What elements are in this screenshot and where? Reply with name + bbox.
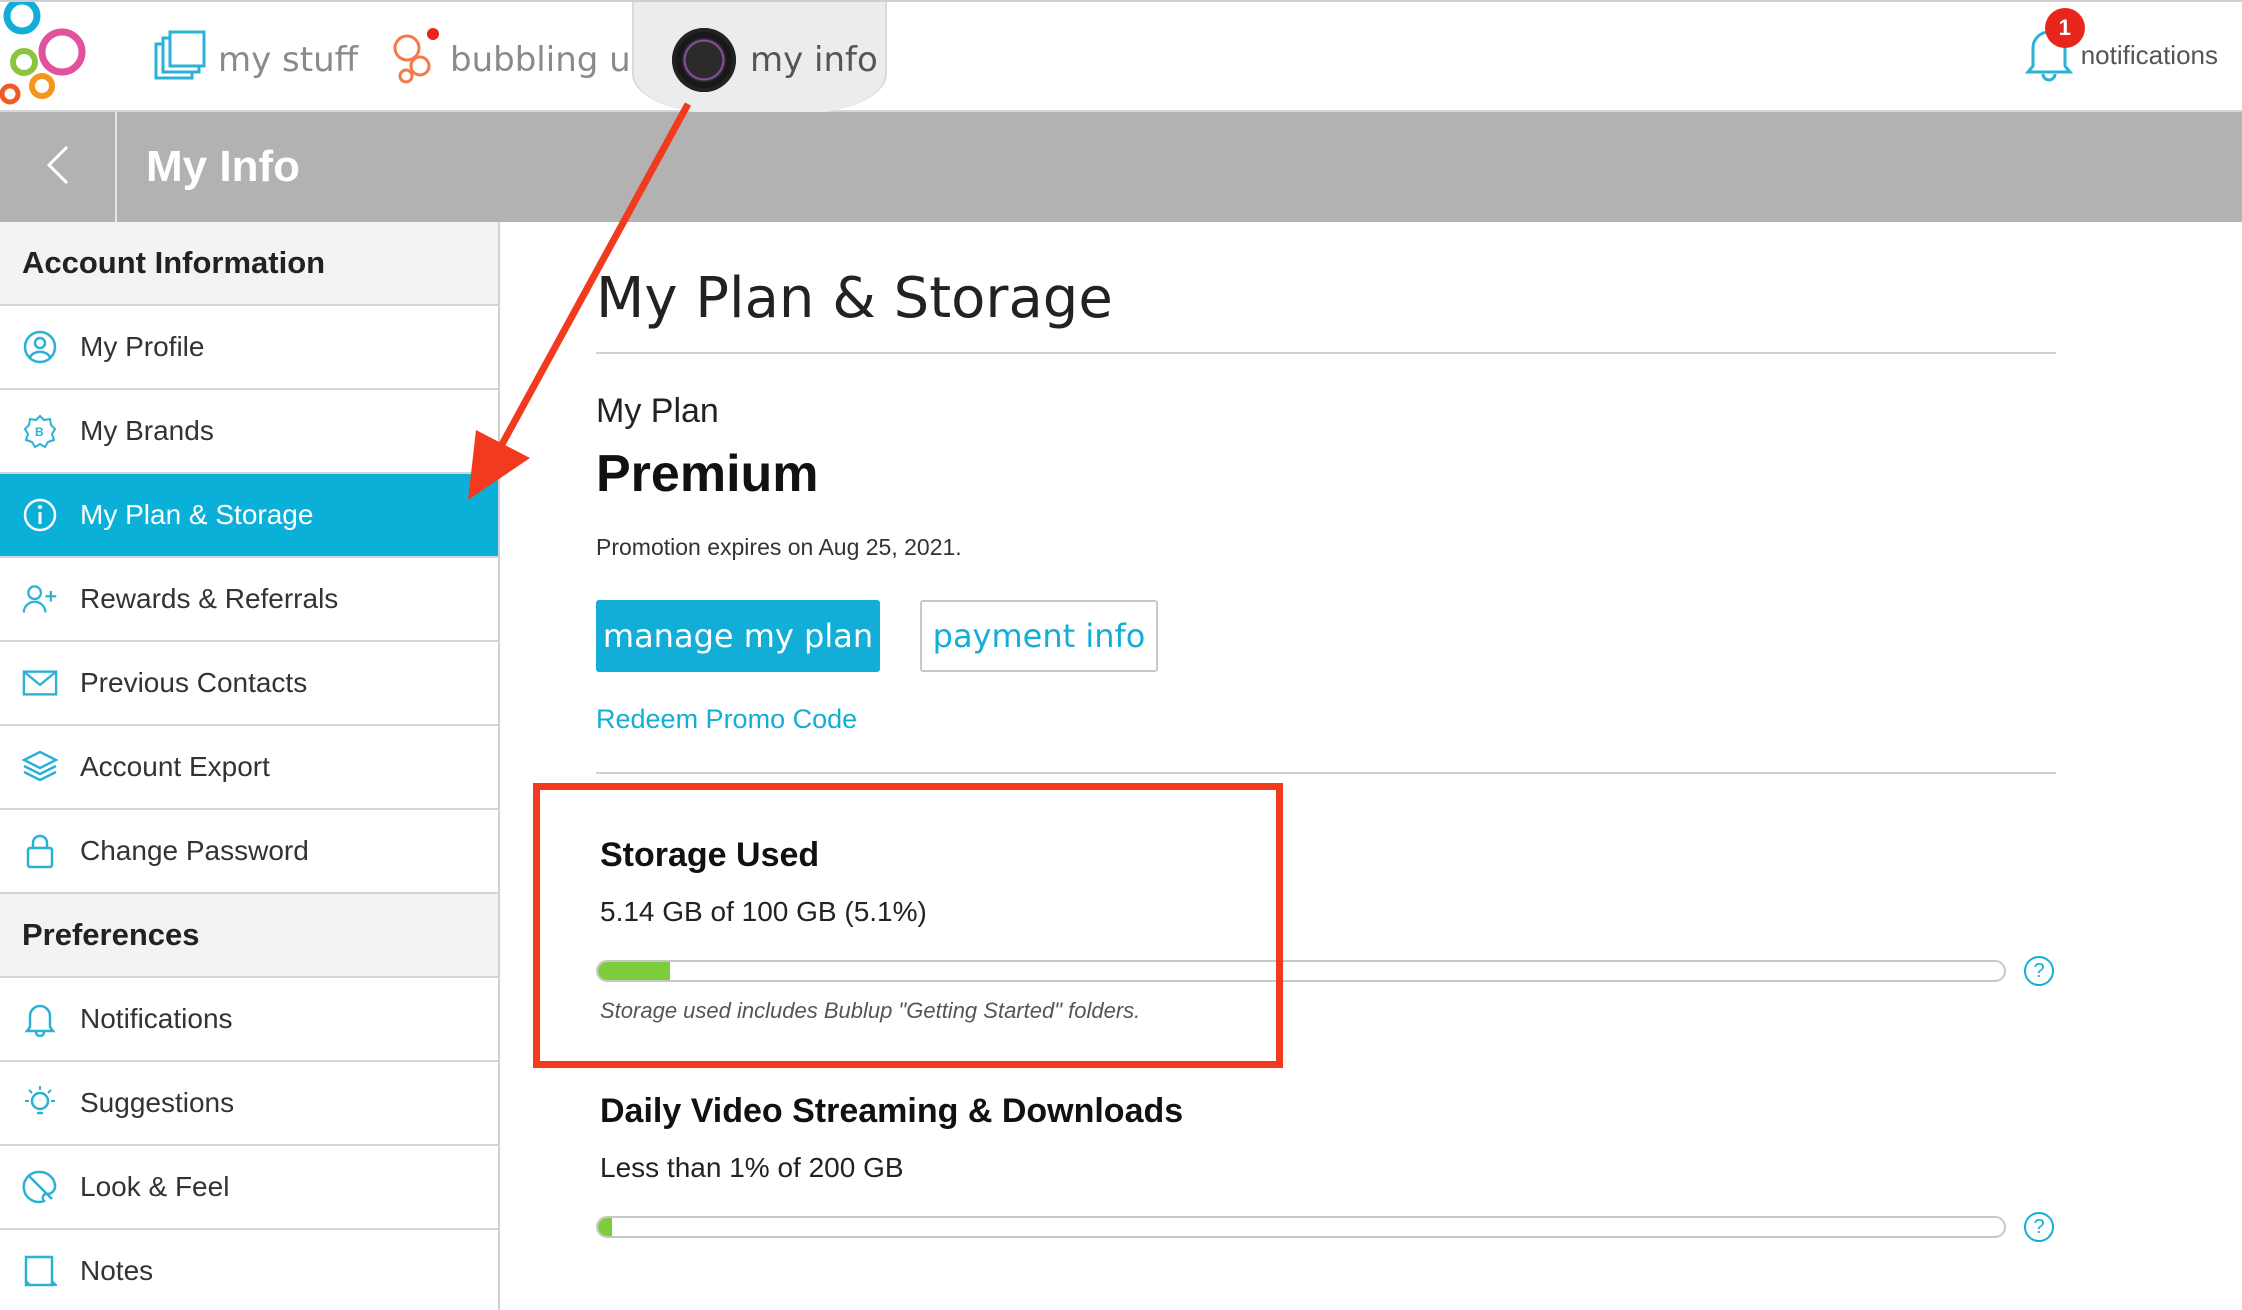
lock-icon	[22, 833, 58, 869]
sidebar-item-previous-contacts[interactable]: Previous Contacts	[0, 642, 498, 726]
plan-name: Premium	[596, 445, 819, 503]
page-title: My Info	[146, 142, 300, 191]
sidebar-item-label: Suggestions	[80, 1087, 235, 1118]
brand-badge-icon: B	[22, 413, 58, 449]
sidebar-item-label: Notes	[80, 1255, 154, 1286]
redeem-promo-code-link[interactable]: Redeem Promo Code	[596, 704, 857, 735]
streaming-progress-fill	[598, 1218, 613, 1236]
sidebar-item-label: Account Export	[80, 751, 270, 782]
avatar	[672, 28, 736, 92]
page-title-bar: My Info	[0, 112, 2242, 222]
sidebar-item-label: My Plan & Storage	[80, 499, 314, 530]
notifications-label: notifications	[2080, 40, 2218, 70]
sidebar-item-rewards-referrals[interactable]: Rewards & Referrals	[0, 558, 498, 642]
streaming-value: Less than 1% of 200 GB	[600, 1152, 904, 1183]
streaming-progress-bar	[596, 1216, 2006, 1238]
tab-bubbling-up-label: bubbling up	[450, 40, 653, 80]
tab-my-info-label: my info	[750, 40, 878, 80]
tab-my-info[interactable]: my info	[672, 22, 878, 98]
folders-icon	[152, 30, 208, 91]
bell-icon	[22, 1001, 58, 1037]
info-icon	[22, 497, 58, 533]
sidebar-item-label: My Profile	[80, 331, 205, 362]
svg-text:B: B	[35, 425, 44, 439]
note-icon	[22, 1253, 58, 1289]
storage-help-icon[interactable]: ?	[2024, 956, 2054, 986]
palette-icon	[22, 1169, 58, 1205]
envelope-icon	[22, 665, 58, 701]
notification-count-badge: 1	[2044, 8, 2085, 48]
bell-icon: 1	[2023, 8, 2085, 89]
sidebar-item-my-brands[interactable]: B My Brands	[0, 390, 498, 474]
divider	[596, 772, 2056, 774]
sidebar-item-change-password[interactable]: Change Password	[0, 810, 498, 894]
section-header-account: Account Information	[0, 222, 498, 306]
streaming-help-icon[interactable]: ?	[2024, 1212, 2054, 1242]
content-heading: My Plan & Storage	[596, 266, 1113, 331]
sidebar-item-suggestions[interactable]: Suggestions	[0, 1062, 498, 1146]
bublup-logo[interactable]	[0, 2, 95, 107]
sidebar-item-label: My Brands	[80, 415, 214, 446]
section-header-preferences: Preferences	[0, 894, 498, 978]
sidebar-item-look-feel[interactable]: Look & Feel	[0, 1146, 498, 1230]
manage-my-plan-button[interactable]: manage my plan	[596, 600, 880, 672]
bubbles-icon	[390, 26, 440, 95]
top-navigation-bar: my stuff bubbling up my info 1 notificat…	[0, 0, 2242, 114]
divider	[596, 352, 2056, 354]
main-content: My Plan & Storage My Plan Premium Promot…	[500, 222, 2242, 1310]
tab-bubbling-up[interactable]: bubbling up	[390, 22, 652, 98]
promotion-expiry-text: Promotion expires on Aug 25, 2021.	[596, 534, 962, 560]
sidebar-item-label: Previous Contacts	[80, 667, 308, 698]
tab-my-stuff-label: my stuff	[218, 40, 359, 80]
sidebar-item-account-export[interactable]: Account Export	[0, 726, 498, 810]
plan-label: My Plan	[596, 392, 719, 430]
chevron-left-icon	[43, 143, 73, 192]
sidebar-item-label: Notifications	[80, 1003, 233, 1034]
sidebar-item-my-profile[interactable]: My Profile	[0, 306, 498, 390]
layers-icon	[22, 749, 58, 785]
notifications-button[interactable]: 1 notifications	[2023, 8, 2218, 89]
sidebar: Account Information My Profile B My Bran…	[0, 222, 500, 1310]
streaming-title: Daily Video Streaming & Downloads	[600, 1092, 1184, 1130]
add-user-icon	[22, 581, 58, 617]
user-circle-icon	[22, 329, 58, 365]
sidebar-item-my-plan-storage[interactable]: My Plan & Storage	[0, 474, 498, 558]
payment-info-button[interactable]: payment info	[920, 600, 1158, 672]
sidebar-item-label: Rewards & Referrals	[80, 583, 339, 614]
lightbulb-icon	[22, 1085, 58, 1121]
sidebar-item-notifications[interactable]: Notifications	[0, 978, 498, 1062]
sidebar-item-label: Change Password	[80, 835, 309, 866]
sidebar-item-label: Look & Feel	[80, 1171, 230, 1202]
annotation-highlight-box	[533, 783, 1283, 1068]
tab-my-stuff[interactable]: my stuff	[152, 22, 358, 98]
back-button[interactable]	[0, 112, 117, 222]
sidebar-item-notes[interactable]: Notes	[0, 1230, 498, 1310]
